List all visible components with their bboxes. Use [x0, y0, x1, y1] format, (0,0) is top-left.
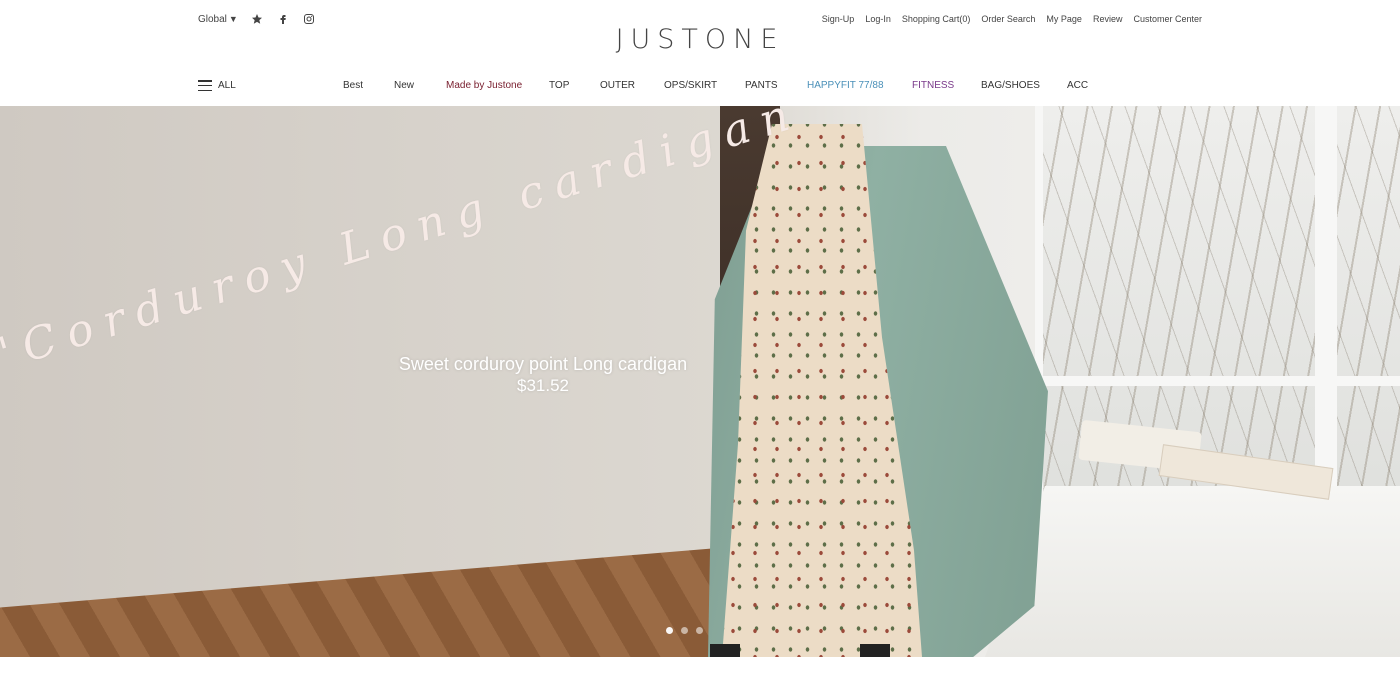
customer-center-link[interactable]: Customer Center [1133, 14, 1202, 24]
login-link[interactable]: Log-In [865, 14, 891, 24]
caret-down-icon: ▼ [228, 14, 238, 24]
slider-dot[interactable] [696, 627, 703, 634]
window-sill-graphic [985, 486, 1400, 657]
nav-item-made-by-justone[interactable]: Made by Justone [446, 80, 522, 91]
hero-banner[interactable]: "Corduroy Long cardigan" Sweet corduroy … [0, 106, 1400, 657]
hero-title: Sweet corduroy point Long cardigan [398, 354, 688, 374]
slider-dots [666, 627, 703, 634]
nav-item-pants[interactable]: PANTS [745, 80, 778, 91]
site-header: Global ▼ JUSTONE Sign-Up Log-In Shopping… [0, 0, 1400, 106]
slider-dot[interactable] [681, 627, 688, 634]
global-label: Global [198, 13, 227, 25]
utility-links: Sign-Up Log-In Shopping Cart(0) Order Se… [822, 14, 1202, 24]
window-frame [1315, 106, 1337, 506]
review-link[interactable]: Review [1093, 14, 1123, 24]
signup-link[interactable]: Sign-Up [822, 14, 855, 24]
order-search-link[interactable]: Order Search [981, 14, 1035, 24]
floor-graphic [0, 547, 720, 657]
nav-item-outer[interactable]: OUTER [600, 80, 635, 91]
nav-item-happyfit[interactable]: HAPPYFIT 77/88 [807, 80, 884, 91]
page-bottom [0, 657, 1400, 684]
site-logo[interactable]: JUSTONE [0, 24, 1400, 55]
category-nav: Best New Made by Justone TOP OUTER OPS/S… [0, 80, 1400, 94]
nav-item-top[interactable]: TOP [549, 80, 569, 91]
nav-item-acc[interactable]: ACC [1067, 80, 1088, 91]
shopping-cart-link[interactable]: Shopping Cart(0) [902, 14, 971, 24]
nav-item-ops-skirt[interactable]: OPS/SKIRT [664, 80, 717, 91]
hero-caption[interactable]: Sweet corduroy point Long cardigan $31.5… [373, 353, 713, 397]
nav-item-fitness[interactable]: FITNESS [912, 80, 954, 91]
slider-dot[interactable] [666, 627, 673, 634]
hero-script-text: "Corduroy Long cardigan" [0, 106, 838, 382]
window-frame [1035, 376, 1400, 386]
nav-item-bag-shoes[interactable]: BAG/SHOES [981, 80, 1040, 91]
nav-item-best[interactable]: Best [343, 80, 363, 91]
nav-item-new[interactable]: New [394, 80, 414, 91]
global-dropdown[interactable]: Global ▼ [198, 14, 238, 25]
hero-price: $31.52 [517, 376, 569, 395]
my-page-link[interactable]: My Page [1046, 14, 1082, 24]
legs-graphic [710, 644, 900, 657]
